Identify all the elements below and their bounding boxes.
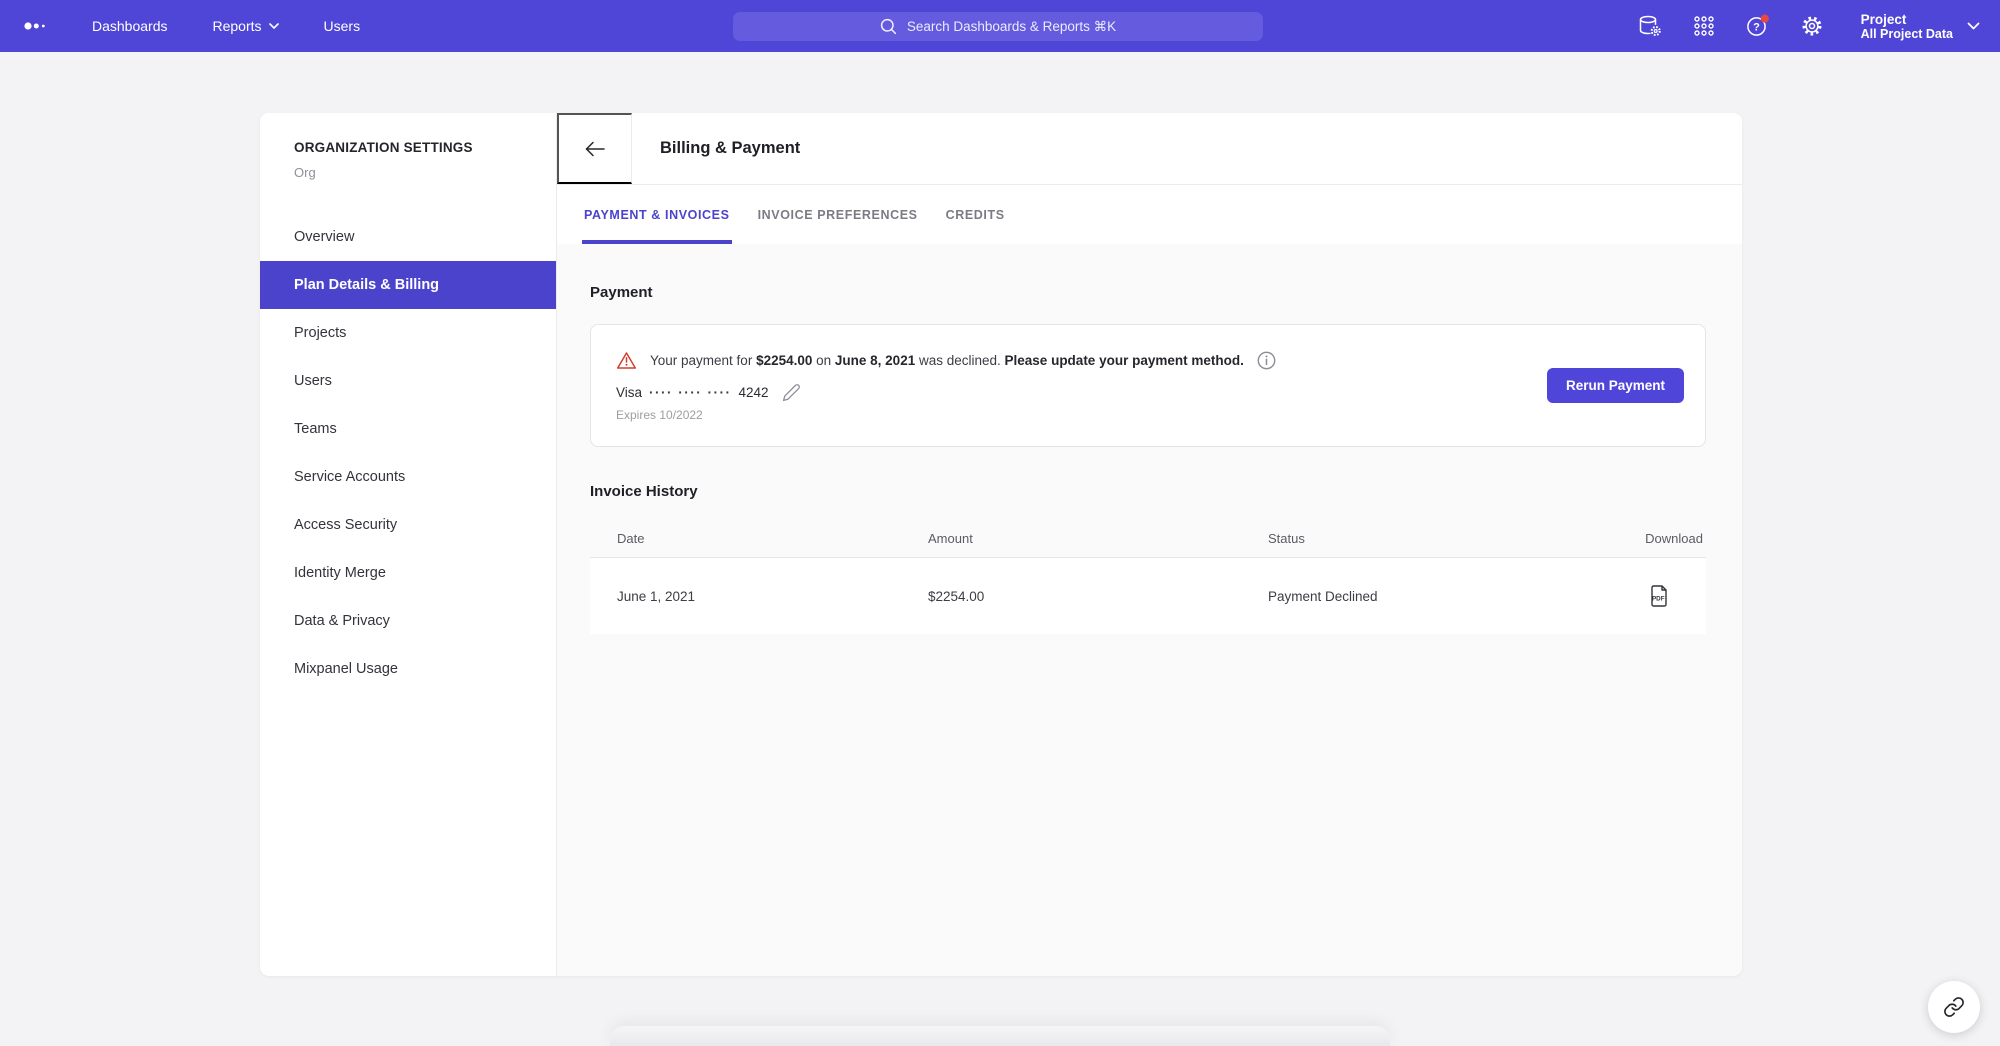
gear-icon: [1800, 14, 1824, 38]
card-number-mask: ···· ···· ····: [649, 385, 731, 400]
svg-text:?: ?: [1753, 21, 1760, 33]
card-brand: Visa: [616, 385, 642, 400]
apps-grid-button[interactable]: [1691, 15, 1717, 37]
database-gear-icon: [1637, 14, 1663, 38]
sidebar-item-label: Service Accounts: [294, 469, 405, 485]
invoice-row: June 1, 2021 $2254.00 Payment Declined P…: [590, 558, 1706, 634]
column-header-status: Status: [1268, 531, 1608, 546]
sidebar-item-access-security[interactable]: Access Security: [260, 501, 556, 549]
sidebar-item-label: Identity Merge: [294, 565, 386, 581]
tab-credits[interactable]: CREDITS: [944, 185, 1007, 244]
mixpanel-logo-icon: [24, 20, 48, 32]
settings-button[interactable]: [1799, 14, 1825, 38]
sidebar-item-service-accounts[interactable]: Service Accounts: [260, 453, 556, 501]
payment-method: Visa ···· ···· ···· 4242: [616, 383, 1705, 402]
tab-content: Payment Your payment for $2254.00 on Jun…: [557, 244, 1742, 976]
invoice-history-heading: Invoice History: [590, 483, 1706, 500]
svg-text:PDF: PDF: [1652, 596, 1665, 603]
project-label: Project: [1861, 12, 1953, 27]
column-header-amount: Amount: [928, 531, 1268, 546]
notification-badge: [1760, 15, 1768, 23]
data-management-button[interactable]: [1637, 14, 1663, 38]
copy-link-fab[interactable]: [1928, 981, 1980, 1033]
sidebar-item-label: Access Security: [294, 517, 397, 533]
search-placeholder: Search Dashboards & Reports ⌘K: [907, 19, 1116, 35]
chevron-down-icon: [269, 23, 279, 29]
page-header: Billing & Payment: [557, 113, 1742, 185]
project-selector[interactable]: Project All Project Data: [1861, 12, 1980, 41]
payment-card: Your payment for $2254.00 on June 8, 202…: [590, 324, 1706, 447]
sidebar-item-label: Teams: [294, 421, 337, 437]
primary-nav: Dashboards Reports Users: [92, 18, 405, 34]
sidebar-item-identity-merge[interactable]: Identity Merge: [260, 549, 556, 597]
mixpanel-logo[interactable]: [24, 20, 48, 32]
nav-item-label: Dashboards: [92, 18, 168, 34]
pencil-icon: [782, 383, 801, 402]
project-value: All Project Data: [1861, 27, 1953, 41]
help-button[interactable]: ?: [1745, 14, 1771, 38]
info-icon[interactable]: [1257, 351, 1276, 370]
nav-item-dashboards[interactable]: Dashboards: [92, 18, 168, 34]
invoice-date: June 1, 2021: [590, 589, 928, 604]
nav-item-label: Reports: [213, 18, 262, 34]
back-button[interactable]: [557, 113, 632, 184]
tab-payment-invoices[interactable]: PAYMENT & INVOICES: [582, 185, 732, 244]
column-header-date: Date: [590, 531, 928, 546]
sidebar-item-label: Projects: [294, 325, 346, 341]
pdf-file-icon: PDF: [1648, 584, 1670, 608]
sidebar-item-users[interactable]: Users: [260, 357, 556, 405]
download-pdf-button[interactable]: PDF: [1648, 584, 1670, 608]
grid-icon: [1693, 15, 1715, 37]
sidebar-item-label: Users: [294, 373, 332, 389]
nav-item-label: Users: [324, 18, 361, 34]
page-title: Billing & Payment: [660, 139, 800, 158]
arrow-left-icon: [585, 141, 605, 157]
org-name: Org: [294, 165, 556, 180]
sidebar-title: ORGANIZATION SETTINGS: [294, 140, 556, 155]
rerun-payment-button[interactable]: Rerun Payment: [1547, 368, 1684, 403]
navbar-right: ? Project All Project Data: [1637, 0, 2000, 52]
top-navbar: Dashboards Reports Users Search Dashboar…: [0, 0, 2000, 52]
warning-icon: [616, 351, 637, 370]
invoice-status: Payment Declined: [1268, 589, 1608, 604]
tab-invoice-preferences[interactable]: INVOICE PREFERENCES: [756, 185, 920, 244]
payment-declined-alert: Your payment for $2254.00 on June 8, 202…: [616, 351, 1705, 370]
settings-panel: ORGANIZATION SETTINGS Org Overview Plan …: [260, 113, 1742, 976]
project-selector-text: Project All Project Data: [1861, 12, 1953, 41]
sidebar-item-overview[interactable]: Overview: [260, 213, 556, 261]
billing-main: Billing & Payment PAYMENT & INVOICES INV…: [557, 113, 1742, 976]
org-settings-sidebar: ORGANIZATION SETTINGS Org Overview Plan …: [260, 113, 557, 976]
column-header-download: Download: [1608, 531, 1706, 546]
sidebar-nav: Overview Plan Details & Billing Projects…: [260, 213, 556, 693]
sidebar-item-teams[interactable]: Teams: [260, 405, 556, 453]
sidebar-item-data-privacy[interactable]: Data & Privacy: [260, 597, 556, 645]
card-expiry: Expires 10/2022: [616, 408, 1705, 422]
card-last4: 4242: [738, 385, 768, 400]
sidebar-item-label: Plan Details & Billing: [294, 277, 439, 293]
link-icon: [1943, 996, 1965, 1018]
invoice-table-header: Date Amount Status Download: [590, 519, 1706, 558]
sidebar-item-label: Data & Privacy: [294, 613, 390, 629]
sidebar-item-label: Overview: [294, 229, 354, 245]
nav-item-users[interactable]: Users: [324, 18, 361, 34]
invoice-amount: $2254.00: [928, 589, 1268, 604]
tab-label: CREDITS: [946, 208, 1005, 222]
alert-text: Your payment for $2254.00 on June 8, 202…: [650, 353, 1244, 368]
tab-label: INVOICE PREFERENCES: [758, 208, 918, 222]
sidebar-item-label: Mixpanel Usage: [294, 661, 398, 677]
sidebar-item-plan-details-billing[interactable]: Plan Details & Billing: [260, 261, 556, 309]
search-icon: [880, 18, 897, 35]
billing-tabs: PAYMENT & INVOICES INVOICE PREFERENCES C…: [557, 185, 1742, 244]
help-icon: ?: [1745, 14, 1771, 38]
bottom-sheet-edge: [610, 1026, 1390, 1046]
sidebar-item-projects[interactable]: Projects: [260, 309, 556, 357]
invoice-table: Date Amount Status Download June 1, 2021…: [590, 519, 1706, 634]
sidebar-item-mixpanel-usage[interactable]: Mixpanel Usage: [260, 645, 556, 693]
tab-label: PAYMENT & INVOICES: [584, 208, 730, 222]
search-input[interactable]: Search Dashboards & Reports ⌘K: [733, 12, 1263, 41]
chevron-down-icon: [1967, 22, 1980, 30]
nav-item-reports[interactable]: Reports: [213, 18, 279, 34]
payment-section-heading: Payment: [590, 244, 1706, 301]
edit-payment-method-button[interactable]: [782, 383, 801, 402]
